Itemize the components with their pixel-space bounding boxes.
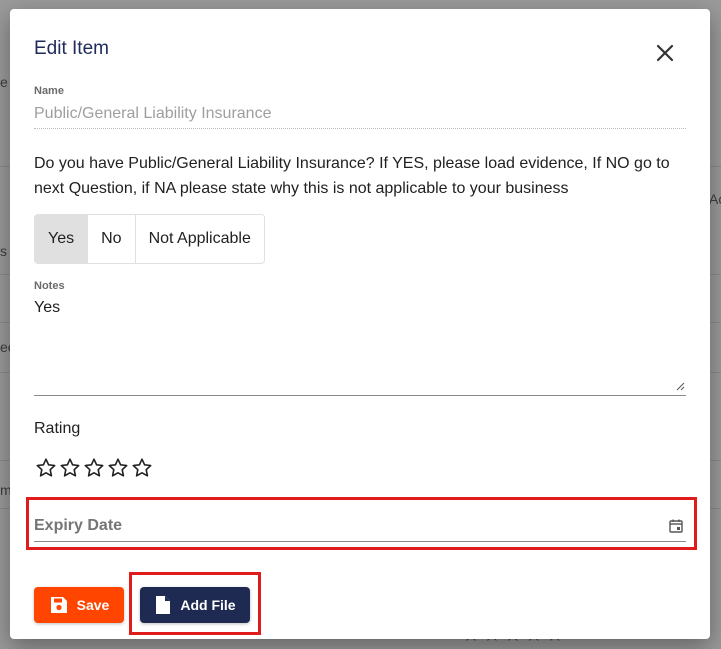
background-text: Ac	[709, 191, 721, 207]
background-text: s	[0, 243, 7, 259]
notes-textarea[interactable]	[34, 293, 686, 397]
answer-toggle-group: Yes No Not Applicable	[34, 214, 265, 264]
star-2-icon[interactable]	[58, 456, 82, 480]
save-button-label: Save	[76, 597, 110, 613]
star-3-icon[interactable]	[82, 456, 106, 480]
file-icon	[156, 596, 171, 614]
star-5-icon[interactable]	[130, 456, 154, 480]
edit-item-dialog: Edit Item Name Public/General Liability …	[10, 9, 710, 639]
notes-value: Yes	[34, 299, 61, 316]
close-icon	[656, 44, 674, 62]
option-no-button[interactable]: No	[88, 215, 136, 263]
expiry-date-label: Expiry Date	[34, 517, 123, 534]
name-field-underline	[34, 128, 686, 129]
save-button[interactable]: Save	[34, 587, 124, 623]
expiry-date-field[interactable]: Expiry Date	[34, 508, 686, 542]
add-file-button[interactable]: Add File	[140, 587, 250, 623]
expiry-date-underline	[34, 541, 686, 542]
name-field[interactable]: Public/General Liability Insurance	[34, 105, 271, 123]
star-1-icon[interactable]	[34, 456, 58, 480]
name-label: Name	[34, 85, 64, 97]
rating-label: Rating	[34, 420, 81, 437]
notes-label: Notes	[34, 280, 65, 292]
question-text: Do you have Public/General Liability Ins…	[34, 155, 670, 197]
floppy-disk-icon	[50, 597, 67, 613]
rating-stars	[34, 456, 154, 480]
add-file-button-label: Add File	[180, 597, 236, 613]
calendar-icon[interactable]	[668, 518, 684, 534]
option-yes-button[interactable]: Yes	[35, 215, 89, 263]
resize-grip-icon[interactable]	[675, 381, 685, 391]
notes-underline	[34, 395, 686, 396]
option-not-applicable-button[interactable]: Not Applicable	[135, 215, 264, 263]
dialog-title: Edit Item	[34, 38, 109, 59]
star-4-icon[interactable]	[106, 456, 130, 480]
close-button[interactable]	[653, 41, 677, 65]
